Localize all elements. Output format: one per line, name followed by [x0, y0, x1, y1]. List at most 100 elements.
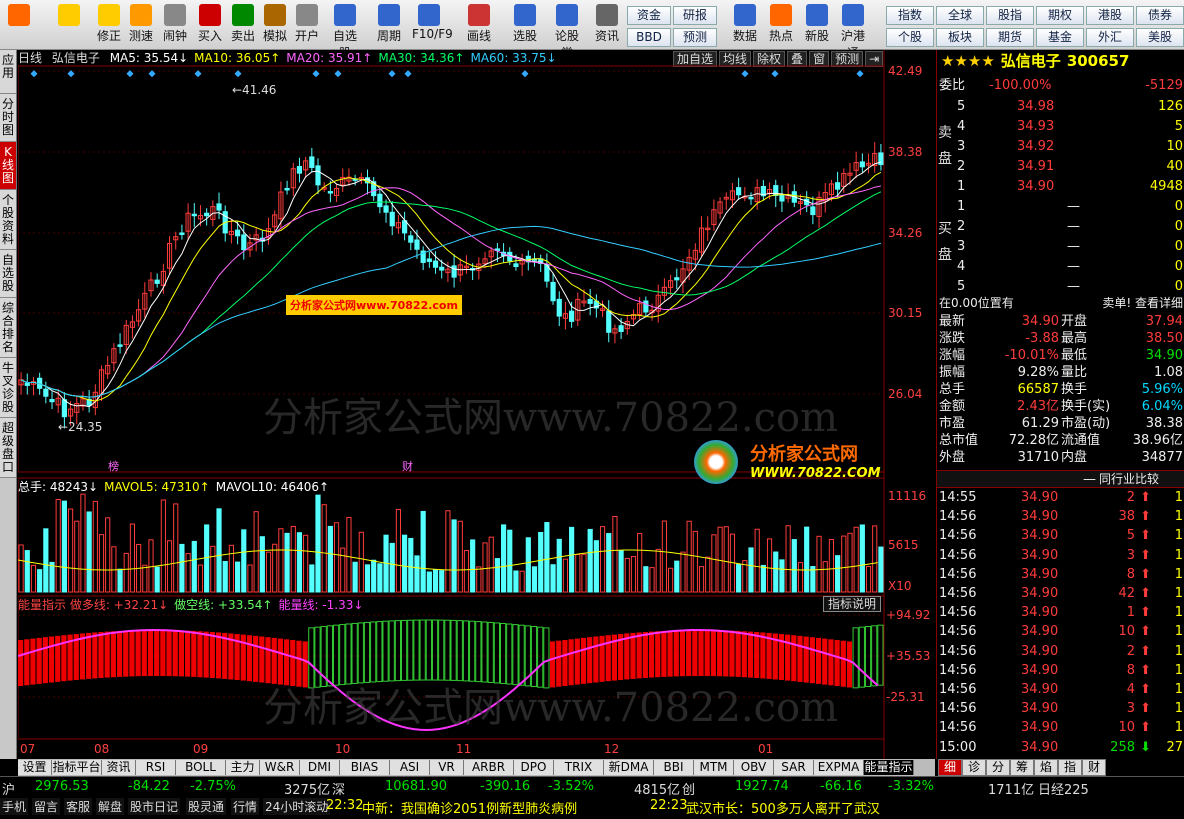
right-tab[interactable]: 诊 — [962, 759, 986, 776]
left-tab[interactable]: 应用 — [0, 50, 16, 94]
toolbar-cycle-button[interactable]: 周期 — [372, 2, 406, 48]
buy-row[interactable]: 2 — 0 — [957, 217, 1183, 236]
indicator-tab[interactable]: 资讯 — [102, 760, 136, 775]
buy-row[interactable]: 4 — 0 — [957, 257, 1183, 276]
market-button[interactable]: 港股 — [1086, 6, 1134, 25]
toolbar-gavel-button[interactable]: 模拟 — [258, 2, 292, 48]
toolbar-sell-button[interactable]: 卖出 — [226, 2, 260, 48]
indicator-bar — [116, 630, 123, 677]
toolbar-hk-button[interactable]: 沪港通 — [836, 2, 870, 60]
mid-button[interactable]: 研报 — [673, 6, 717, 25]
stat-value: 31710 — [1017, 450, 1059, 465]
status-link[interactable]: 手机 — [0, 798, 29, 815]
indicator-tab[interactable]: 指标平台 — [52, 760, 102, 775]
sell-row[interactable]: 4 34.93 5 — [957, 117, 1183, 136]
right-tab[interactable]: 分 — [986, 759, 1010, 776]
market-button[interactable]: 股指 — [986, 6, 1034, 25]
toolbar-f10-button[interactable]: F10/F9 — [412, 2, 453, 48]
status-link[interactable]: 留言 — [32, 798, 61, 815]
event-diamond-icon — [741, 70, 749, 78]
indicator-tab[interactable]: BIAS — [340, 760, 390, 775]
right-tab[interactable]: 指 — [1058, 759, 1082, 776]
toolbar-pe-button[interactable]: 数据 — [728, 2, 762, 48]
indicator-tab[interactable]: RSI — [136, 760, 176, 775]
market-button[interactable]: 美股 — [1136, 28, 1184, 47]
sell-row[interactable]: 3 34.92 10 — [957, 137, 1183, 156]
market-button[interactable]: 外汇 — [1086, 28, 1134, 47]
left-tab[interactable]: 个股资料 — [0, 190, 16, 250]
indicator-tab[interactable]: BBI — [654, 760, 694, 775]
left-tab[interactable]: 超级盘口 — [0, 418, 16, 478]
market-button[interactable]: 债券 — [1136, 6, 1184, 25]
toolbar-fire-button[interactable]: 热点 — [764, 2, 798, 48]
status-link[interactable]: 客服 — [64, 798, 93, 815]
indicator-bar — [394, 620, 402, 682]
kline-chart-area[interactable]: 日线 弘信电子 MA5: 35.54↓ MA10: 36.05↑ MA20: 35.… — [18, 50, 935, 759]
volume-bar — [259, 536, 265, 593]
indicator-tab[interactable]: TRIX — [554, 760, 604, 775]
sell-row[interactable]: 2 34.91 40 — [957, 157, 1183, 176]
right-tab[interactable]: 焰 — [1034, 759, 1058, 776]
status-link[interactable]: 解盘 — [96, 798, 125, 815]
toolbar-doc-button[interactable]: 资讯 — [590, 2, 624, 48]
indicator-bar — [735, 630, 741, 677]
sell-row[interactable]: 1 34.90 4948 — [957, 177, 1183, 196]
toolbar-ipo-button[interactable]: 新股 — [800, 2, 834, 48]
market-button[interactable]: 板块 — [936, 28, 984, 47]
toolbar-lock-button[interactable]: 开户 — [290, 2, 324, 48]
toolbar-windows-grid-button[interactable] — [2, 2, 36, 48]
indicator-tab[interactable]: ARBR — [464, 760, 514, 775]
toolbar-pen-button[interactable]: 画线 — [462, 2, 496, 48]
left-tab[interactable]: 分时图 — [0, 94, 16, 142]
left-tab[interactable]: 自选股 — [0, 250, 16, 298]
right-tab[interactable]: 细 — [938, 759, 962, 776]
market-button[interactable]: 基金 — [1036, 28, 1084, 47]
position-link[interactable]: 卖单! 查看详细 — [1102, 294, 1183, 313]
mid-button[interactable]: 预测 — [673, 28, 717, 47]
indicator-tab[interactable]: MTM — [694, 760, 734, 775]
indicator-tab[interactable]: OBV — [734, 760, 774, 775]
status-link[interactable]: 行情 — [231, 798, 260, 815]
indicator-tab[interactable]: DMI — [300, 760, 340, 775]
indicator-tab[interactable]: 设置 — [18, 760, 52, 775]
toolbar-buy-button[interactable]: 买入 — [193, 2, 227, 48]
indicator-tab[interactable]: ASI — [390, 760, 430, 775]
indicator-tab[interactable]: 能量指示 — [864, 760, 914, 775]
status-link[interactable]: 股灵通 — [186, 798, 227, 815]
indicator-tab[interactable]: 新DMA — [604, 760, 654, 775]
indicator-tab[interactable]: 主力 — [226, 760, 260, 775]
indicator-help-button[interactable]: 指标说明 — [823, 596, 881, 612]
market-button[interactable]: 全球 — [936, 6, 984, 25]
status-link[interactable]: 股市日记 — [128, 798, 181, 815]
indicator-tab[interactable]: DPO — [514, 760, 554, 775]
status-link[interactable]: 24小时滚动 — [263, 798, 331, 815]
market-button[interactable]: 期货 — [986, 28, 1034, 47]
toolbar-back-arrow-button[interactable] — [52, 2, 86, 48]
market-button[interactable]: 个股 — [886, 28, 934, 47]
toolbar-star-folder-button[interactable]: 自选股 — [328, 2, 362, 60]
left-tab[interactable]: 牛叉诊股 — [0, 358, 16, 418]
market-button[interactable]: 指数 — [886, 6, 934, 25]
indicator-tab[interactable]: W&R — [260, 760, 300, 775]
toolbar-speed-button[interactable]: 测速 — [124, 2, 158, 48]
right-tab[interactable]: 财 — [1082, 759, 1106, 776]
mid-button[interactable]: BBD — [627, 28, 671, 47]
indicator-tab[interactable]: SAR — [774, 760, 814, 775]
toolbar-clock-button[interactable]: 闹钟 — [158, 2, 192, 48]
indicator-tab[interactable]: BOLL — [176, 760, 226, 775]
buy-row[interactable]: 3 — 0 — [957, 237, 1183, 256]
left-tab[interactable]: 综合排名 — [0, 298, 16, 358]
toolbar-updown-button[interactable]: 修正 — [92, 2, 126, 48]
indicator-tab[interactable]: EXPMA — [814, 760, 864, 775]
toolbar-forum-button[interactable]: 论股堂 — [550, 2, 584, 60]
indicator-tab[interactable]: VR — [430, 760, 464, 775]
market-button[interactable]: 期权 — [1036, 6, 1084, 25]
mid-button[interactable]: 资金 — [627, 6, 671, 25]
toolbar-select-button[interactable]: 选股 — [508, 2, 542, 48]
left-tab[interactable]: K线图 — [0, 142, 16, 190]
buy-row[interactable]: 1 — 0 — [957, 197, 1183, 216]
compare-button[interactable]: 同行业比较 — [1099, 471, 1159, 488]
sell-row[interactable]: 5 34.98 126 — [957, 97, 1183, 116]
right-tab[interactable]: 筹 — [1010, 759, 1034, 776]
volume-bar — [377, 563, 383, 593]
